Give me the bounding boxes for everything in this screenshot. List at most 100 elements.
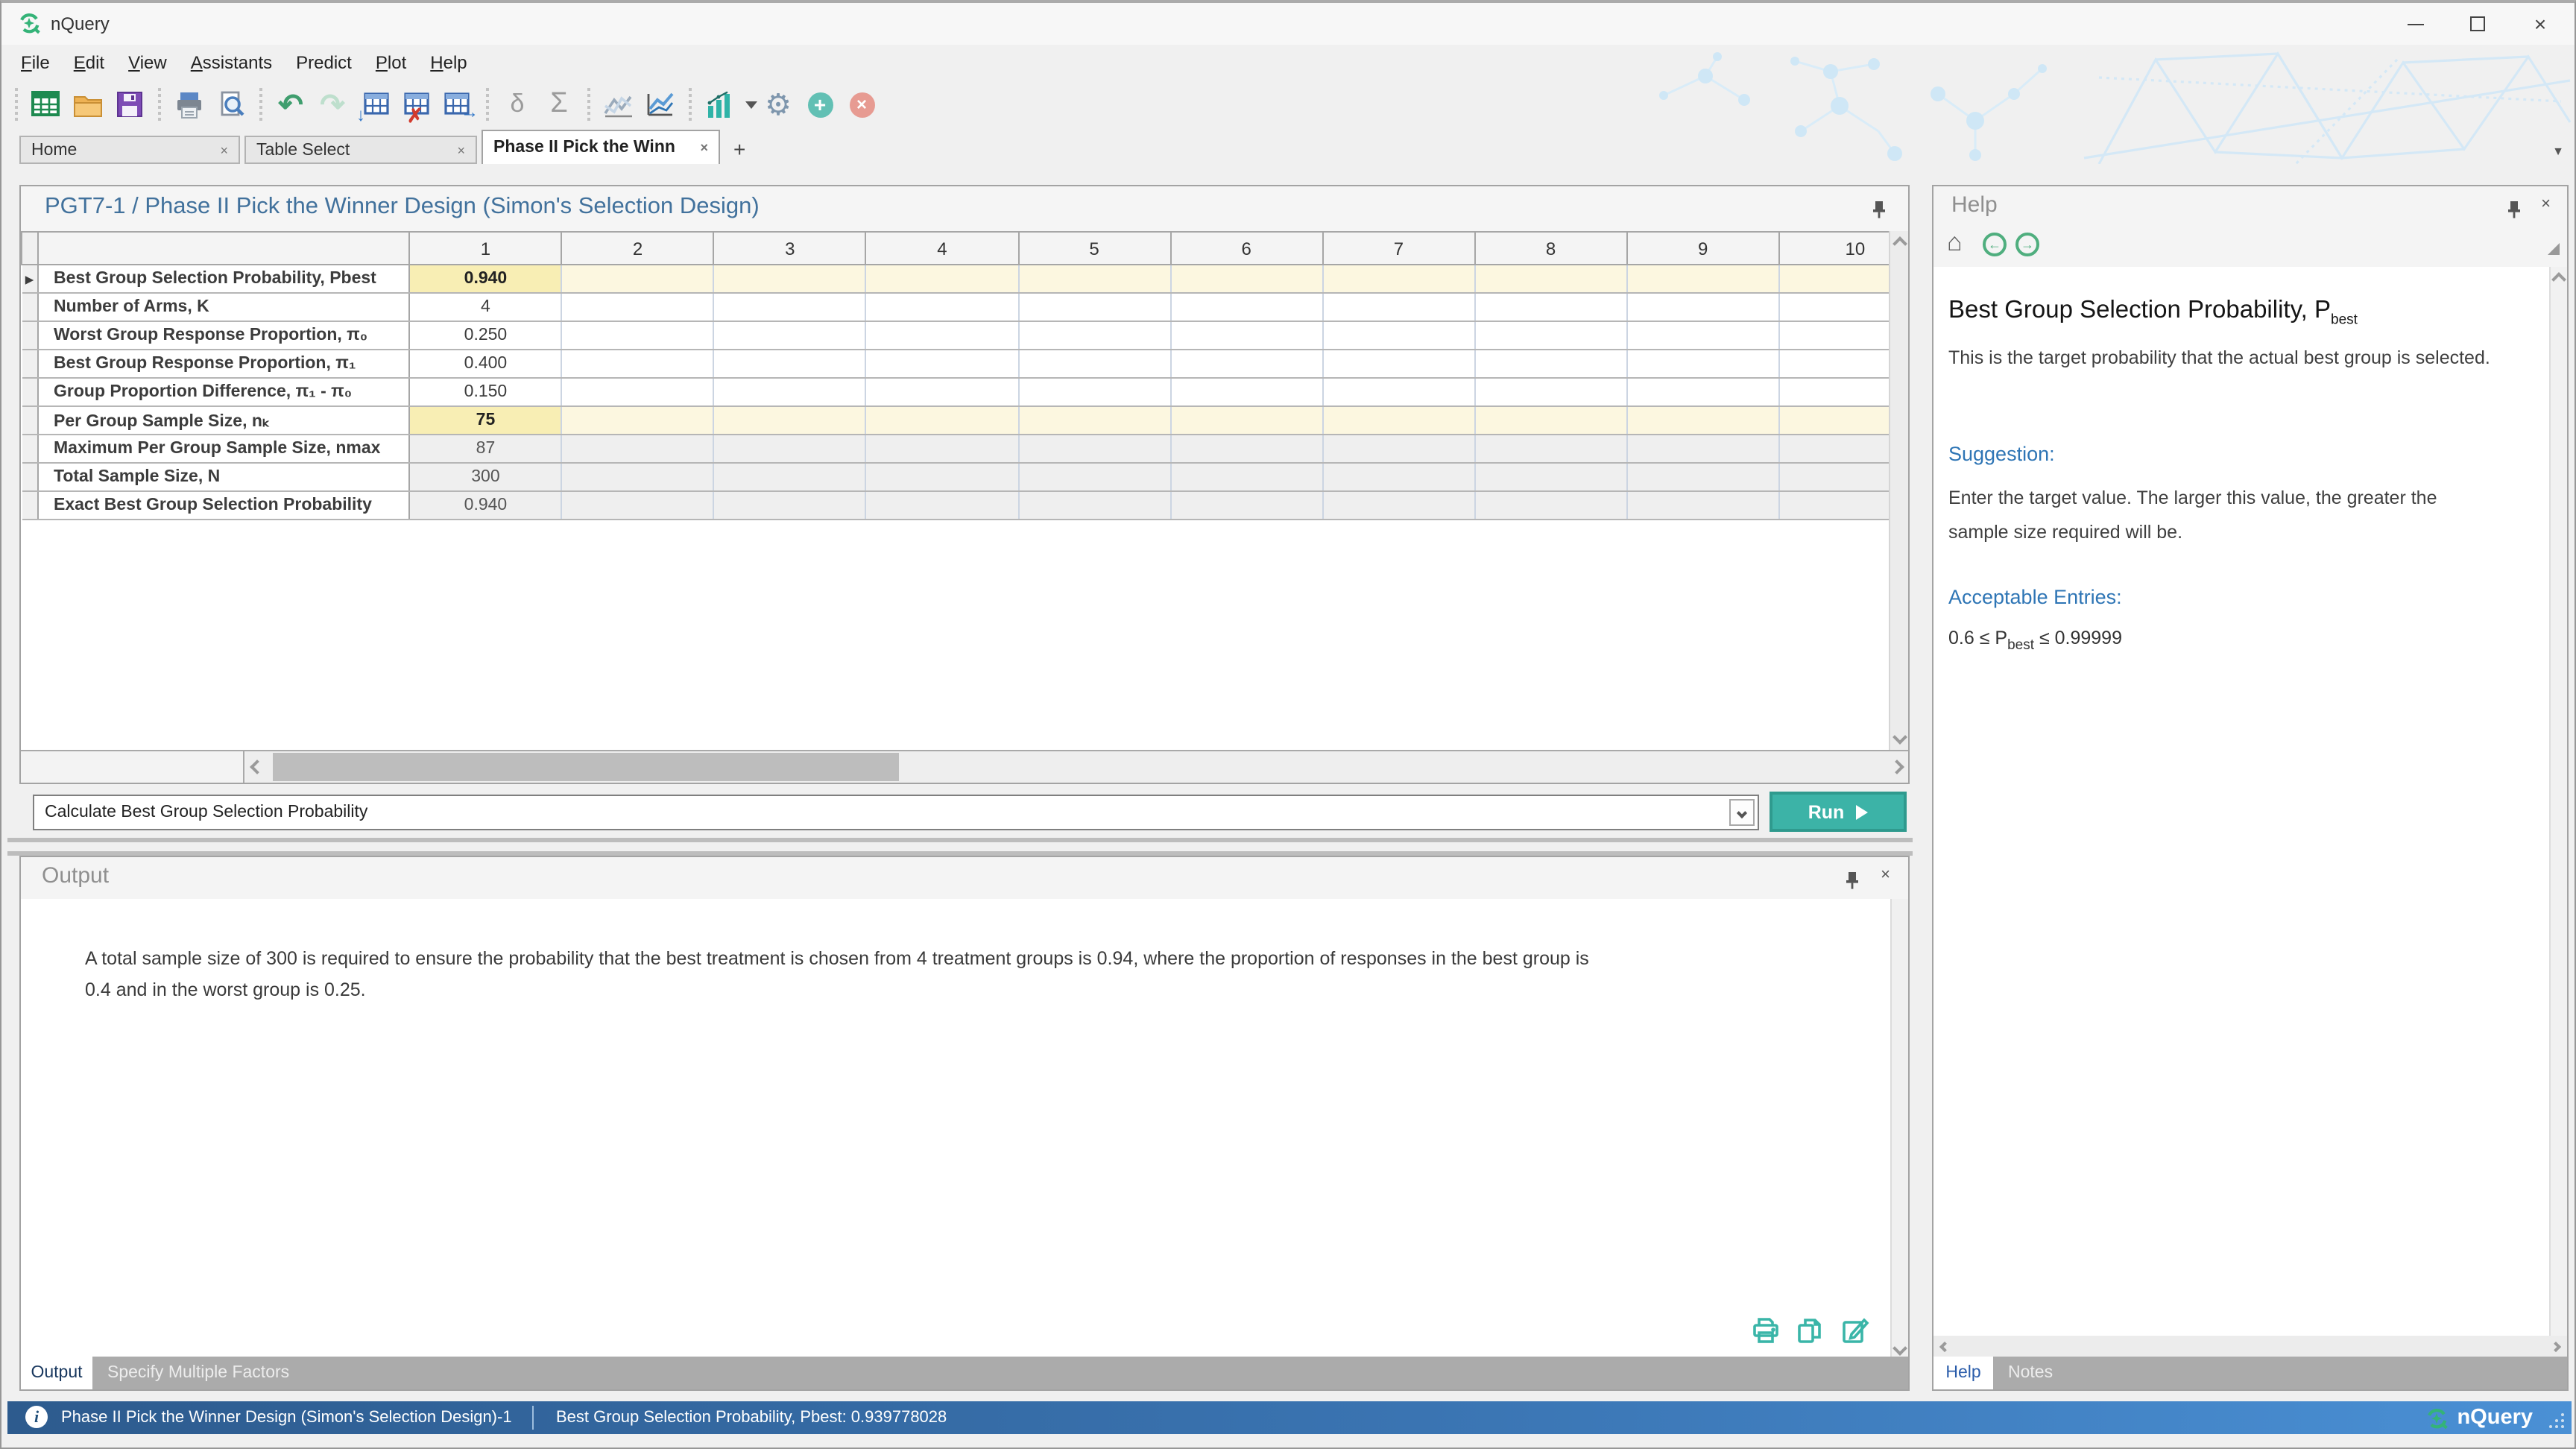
table-cell[interactable] [562, 293, 714, 321]
insert-table-rows-icon[interactable]: ↓ [356, 86, 392, 122]
cell-value[interactable]: 87 [409, 435, 561, 463]
tab-table-select[interactable]: Table Select × [244, 136, 477, 164]
row-selector[interactable] [22, 435, 38, 463]
table-cell[interactable] [866, 321, 1018, 350]
table-cell[interactable] [1170, 435, 1322, 463]
table-cell[interactable] [866, 265, 1018, 293]
table-cell[interactable] [1170, 321, 1322, 350]
chart-icon[interactable] [702, 86, 738, 122]
menu-predict[interactable]: Predict [284, 52, 364, 73]
column-header[interactable]: 2 [562, 232, 714, 265]
cell-value[interactable]: 0.940 [409, 265, 561, 293]
table-cell[interactable] [866, 378, 1018, 406]
table-cell[interactable] [1170, 293, 1322, 321]
table-cell[interactable] [1322, 293, 1474, 321]
table-cell[interactable] [866, 293, 1018, 321]
column-header[interactable]: 4 [866, 232, 1018, 265]
tab-help[interactable]: Help [1933, 1357, 1993, 1389]
table-cell[interactable] [1322, 463, 1474, 491]
table-cell[interactable] [1170, 491, 1322, 520]
table-cell[interactable] [1322, 265, 1474, 293]
table-cell[interactable] [1322, 321, 1474, 350]
column-header[interactable]: 3 [714, 232, 866, 265]
scroll-down-icon[interactable] [1892, 1341, 1907, 1356]
table-cell[interactable] [714, 406, 866, 435]
table-cell[interactable] [1627, 491, 1779, 520]
redo-icon[interactable]: ↷ [315, 86, 350, 122]
label-column-header[interactable] [38, 232, 409, 265]
table-cell[interactable] [1018, 435, 1170, 463]
table-cell[interactable] [1018, 463, 1170, 491]
table-cell[interactable] [1474, 265, 1626, 293]
column-header[interactable]: 6 [1170, 232, 1322, 265]
row-selector[interactable] [22, 491, 38, 520]
table-cell[interactable] [1627, 463, 1779, 491]
new-table-icon[interactable] [28, 86, 64, 122]
cluster-plot-icon[interactable] [643, 86, 678, 122]
table-cell[interactable] [1018, 350, 1170, 378]
back-icon[interactable]: ← [1983, 233, 2007, 256]
save-icon[interactable] [112, 86, 148, 122]
table-cell[interactable] [562, 491, 714, 520]
forward-icon[interactable]: → [2015, 233, 2039, 256]
table-cell[interactable] [714, 378, 866, 406]
horizontal-splitter[interactable] [7, 838, 1913, 842]
delete-table-icon[interactable]: ✗ [398, 86, 434, 122]
row-selector[interactable] [22, 378, 38, 406]
table-cell[interactable] [1018, 321, 1170, 350]
table-cell[interactable] [1474, 321, 1626, 350]
table-cell[interactable] [1627, 265, 1779, 293]
output-vertical-scrollbar[interactable] [1890, 899, 1908, 1360]
tab-overflow-caret-icon[interactable]: ▼ [2552, 145, 2564, 158]
close-panel-icon[interactable]: × [1881, 866, 1890, 884]
tab-home[interactable]: Home × [19, 136, 240, 164]
tab-output[interactable]: Output [21, 1357, 92, 1389]
cell-value[interactable]: 300 [409, 463, 561, 491]
table-cell[interactable] [1322, 406, 1474, 435]
delta-icon[interactable]: δ [499, 86, 535, 122]
row-selector[interactable]: ▸ [22, 265, 38, 293]
tab-close-icon[interactable]: × [700, 140, 708, 155]
table-cell[interactable] [1018, 293, 1170, 321]
table-cell[interactable] [1018, 406, 1170, 435]
table-cell[interactable] [1474, 406, 1626, 435]
table-cell[interactable] [562, 378, 714, 406]
table-cell[interactable] [1170, 350, 1322, 378]
table-cell[interactable] [714, 463, 866, 491]
table-cell[interactable] [1170, 406, 1322, 435]
menu-edit[interactable]: Edit [62, 52, 116, 73]
table-cell[interactable] [562, 350, 714, 378]
row-selector[interactable] [22, 321, 38, 350]
maximize-button[interactable] [2455, 3, 2500, 45]
new-tab-button[interactable]: + [733, 137, 745, 164]
cell-value[interactable]: 0.940 [409, 491, 561, 520]
table-cell[interactable] [1018, 378, 1170, 406]
tab-notes[interactable]: Notes [2008, 1357, 2053, 1389]
table-cell[interactable] [1170, 265, 1322, 293]
table-cell[interactable] [1627, 350, 1779, 378]
table-cell[interactable] [1474, 463, 1626, 491]
table-cell[interactable] [1170, 378, 1322, 406]
menu-help[interactable]: Help [418, 52, 479, 73]
pin-icon[interactable] [1871, 200, 1887, 219]
table-cell[interactable] [1627, 321, 1779, 350]
table-cell[interactable] [1474, 435, 1626, 463]
menu-view[interactable]: View [116, 52, 179, 73]
table-cell[interactable] [1627, 435, 1779, 463]
tab-specify-multiple-factors[interactable]: Specify Multiple Factors [107, 1357, 289, 1389]
pin-icon[interactable] [2506, 200, 2522, 219]
table-horizontal-scrollbar[interactable] [246, 751, 1908, 783]
settings-icon[interactable]: ⚙ [760, 86, 796, 122]
column-header[interactable]: 8 [1474, 232, 1626, 265]
menu-plot[interactable]: Plot [364, 52, 418, 73]
scroll-up-icon[interactable] [1892, 236, 1907, 251]
table-cell[interactable] [1322, 435, 1474, 463]
run-button[interactable]: Run [1770, 792, 1907, 832]
table-cell[interactable] [1322, 350, 1474, 378]
table-cell[interactable] [866, 350, 1018, 378]
multiple-plot-icon[interactable] [601, 86, 637, 122]
corner-header[interactable] [22, 232, 38, 265]
cell-value[interactable]: 0.150 [409, 378, 561, 406]
print-output-icon[interactable] [1752, 1316, 1780, 1345]
print-preview-icon[interactable] [213, 86, 249, 122]
